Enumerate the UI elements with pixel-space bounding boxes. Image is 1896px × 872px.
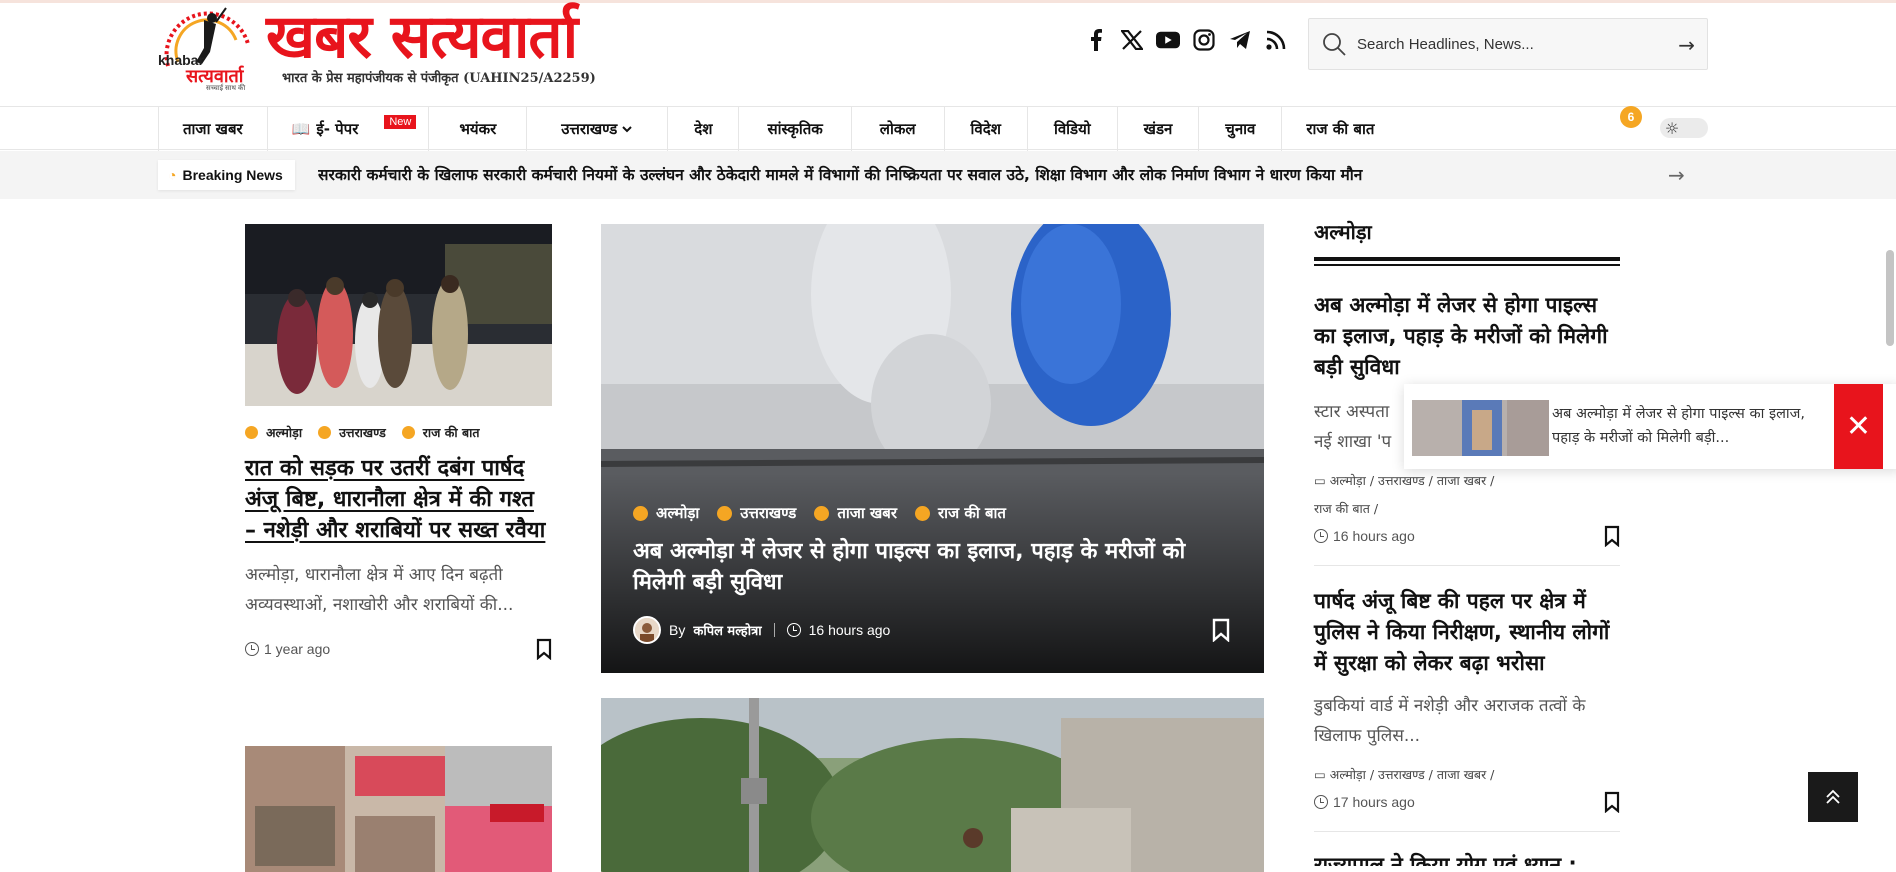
nav-item-videsh[interactable]: विदेश [943,107,1027,151]
new-badge: New [384,115,417,129]
hero-article-title[interactable]: अब अल्मोड़ा में लेजर से होगा पाइल्स का इ… [633,536,1243,598]
category-tag[interactable]: अल्मोड़ा [245,424,302,441]
category-tag[interactable]: ताजा खबर [814,503,897,523]
category-dot-icon [245,426,258,439]
left-article-thumbnail[interactable] [245,224,552,406]
sidebar-post-meta: 16 hours ago [1314,525,1620,547]
fire-icon: ◔ [168,167,177,183]
category-dot-icon [814,505,830,521]
nav-item-sanskritik[interactable]: सांस्कृतिक [738,107,850,151]
logo-subtitle: भारत के प्रेस महापंजीयक से पंजीकृत (UAHI… [282,71,596,86]
scroll-to-top-button[interactable] [1808,772,1858,822]
category-tag[interactable]: उत्तराखण्ड [318,424,386,441]
post-divider [1314,564,1620,566]
category-tag[interactable]: राज की बात [914,503,1006,523]
popup-headline[interactable]: अब अल्मोड़ा में लेजर से होगा पाइल्स का इ… [1552,402,1817,450]
category-dot-icon [717,505,733,521]
bookmark-icon[interactable] [1212,618,1230,642]
clock-icon [245,642,259,656]
hero-article-card[interactable]: अल्मोड़ा उत्तराखण्ड ताजा खबर राज की बात … [601,224,1264,673]
hero-categories: अल्मोड़ा उत्तराखण्ड ताजा खबर राज की बात [633,503,1006,523]
logo-title: खबर सत्यवार्ता [266,2,578,72]
sidebar-section-title[interactable]: अल्मोड़ा [1314,218,1620,245]
left-article-excerpt: अल्मोड़ा, धारानौला क्षेत्र में आए दिन बढ… [245,565,514,615]
clock-icon [1314,528,1328,543]
folder-icon: ▭ [1314,766,1330,782]
facebook-icon[interactable] [1084,28,1108,52]
nav-item-desh[interactable]: देश [667,107,738,151]
right-sidebar: अल्मोड़ा अब अल्मोड़ा में लेजर से होगा पा… [1314,218,1620,866]
telegram-icon[interactable] [1228,28,1252,52]
sidebar-post-title[interactable]: अब अल्मोड़ा में लेजर से होगा पाइल्स का इ… [1314,290,1620,383]
search-icon[interactable] [1321,31,1347,57]
clock-icon [786,623,801,637]
dark-mode-toggle[interactable]: ☼ [1660,118,1708,138]
popup-thumbnail[interactable] [1412,400,1549,456]
page-scrollbar[interactable] [1886,250,1894,346]
nav-item-local[interactable]: लोकल [850,107,944,151]
nav-item-raj-ki-baat[interactable]: राज की बात [1281,107,1398,151]
sun-icon: ☼ [1664,118,1680,138]
nav-item-epaper[interactable]: 📖 ई- पेपर New [266,107,429,151]
nav-item-bhayankar[interactable]: भयंकर [428,107,526,151]
nav-item-video[interactable]: विडियो [1026,107,1117,151]
bookmark-icon[interactable] [1604,525,1620,547]
bookmark-icon[interactable] [1604,791,1620,813]
category-tag[interactable]: राज की बात [401,424,479,441]
section-rule-thin [1314,264,1620,266]
section-rule [1314,257,1620,261]
x-icon[interactable] [1120,28,1144,52]
search-input[interactable] [1357,35,1657,53]
youtube-icon[interactable] [1156,28,1180,52]
nav-item-uttarakhand[interactable]: उत्तराखण्ड [526,107,667,151]
search-submit-arrow-icon[interactable]: → [1678,33,1695,57]
social-links [1084,28,1288,52]
main-nav: ताजा खबर 📖 ई- पेपर New भयंकर उत्तराखण्ड … [0,106,1896,151]
second-article-image[interactable] [601,698,1264,872]
author-avatar[interactable] [633,616,661,644]
author-name[interactable]: कपिल मल्होत्रा [693,621,761,639]
rss-icon[interactable] [1264,28,1288,52]
left-article-categories: अल्मोड़ा उत्तराखण्ड राज की बात [245,424,552,441]
left-article-card: अल्मोड़ा उत्तराखण्ड राज की बात रात को सड… [245,224,552,660]
chevron-double-up-icon [1826,789,1840,804]
sidebar-post-categories: ▭ अल्मोड़ा / उत्तराखण्ड / ताजा खबर / [1314,766,1495,782]
logo-tagline: सच्चाई साथ की [206,85,246,92]
folder-icon: ▭ [1314,472,1330,488]
search-box[interactable]: → [1308,18,1708,70]
breaking-news-headline[interactable]: सरकारी कर्मचारी के खिलाफ सरकारी कर्मचारी… [318,163,1638,185]
instagram-icon[interactable] [1192,28,1216,52]
nav-item-khandan[interactable]: खंडन [1116,107,1199,151]
breaking-next-arrow-icon[interactable]: → [1668,163,1685,187]
hero-article-meta: By कपिल मल्होत्रा 16 hours ago [633,616,890,644]
sidebar-post-title[interactable]: राज्यपाल ने किया योग एवं ध्यान : [1314,846,1620,866]
category-dot-icon [401,426,415,439]
post-divider [1314,830,1620,832]
nav-item-chunav[interactable]: चुनाव [1198,107,1281,151]
left-article-thumbnail-2[interactable] [245,746,552,872]
left-article-meta: 1 year ago [245,638,552,660]
notification-badge[interactable]: 6 [1620,106,1642,128]
category-dot-icon [914,505,930,521]
meta-divider [773,623,775,637]
category-dot-icon [318,426,332,439]
sidebar-post-title[interactable]: पार्षद अंजू बिष्ट की पहल पर क्षेत्र में … [1314,586,1620,679]
close-icon[interactable]: ✕ [1834,384,1883,469]
chevron-down-icon [622,126,632,133]
notification-popup[interactable]: अब अल्मोड़ा में लेजर से होगा पाइल्स का इ… [1404,384,1896,469]
category-tag[interactable]: उत्तराखण्ड [717,503,796,523]
category-dot-icon [633,505,648,521]
bookmark-icon[interactable] [536,638,552,660]
breaking-news-label: ◔ Breaking News [158,160,295,190]
clock-icon [1314,794,1328,809]
sidebar-post-categories: ▭ अल्मोड़ा / उत्तराखण्ड / ताजा खबर / राज… [1314,472,1495,516]
site-logo[interactable]: khabar सत्यवार्ता सच्चाई साथ की खबर सत्य… [156,4,596,96]
breaking-news-bar: ◔ Breaking News सरकारी कर्मचारी के खिलाफ… [0,151,1896,199]
book-icon: 📖 [291,120,311,138]
category-tag[interactable]: अल्मोड़ा [633,503,699,523]
nav-item-taja-khabar[interactable]: ताजा खबर [158,107,267,151]
left-article-title[interactable]: रात को सड़क पर उतरीं दबंग पार्षद अंजू बि… [245,453,552,546]
sidebar-post-excerpt: डुबकियां वार्ड में नशेड़ी और अराजक तत्वो… [1314,695,1586,746]
sidebar-post-meta: 17 hours ago [1314,791,1620,813]
